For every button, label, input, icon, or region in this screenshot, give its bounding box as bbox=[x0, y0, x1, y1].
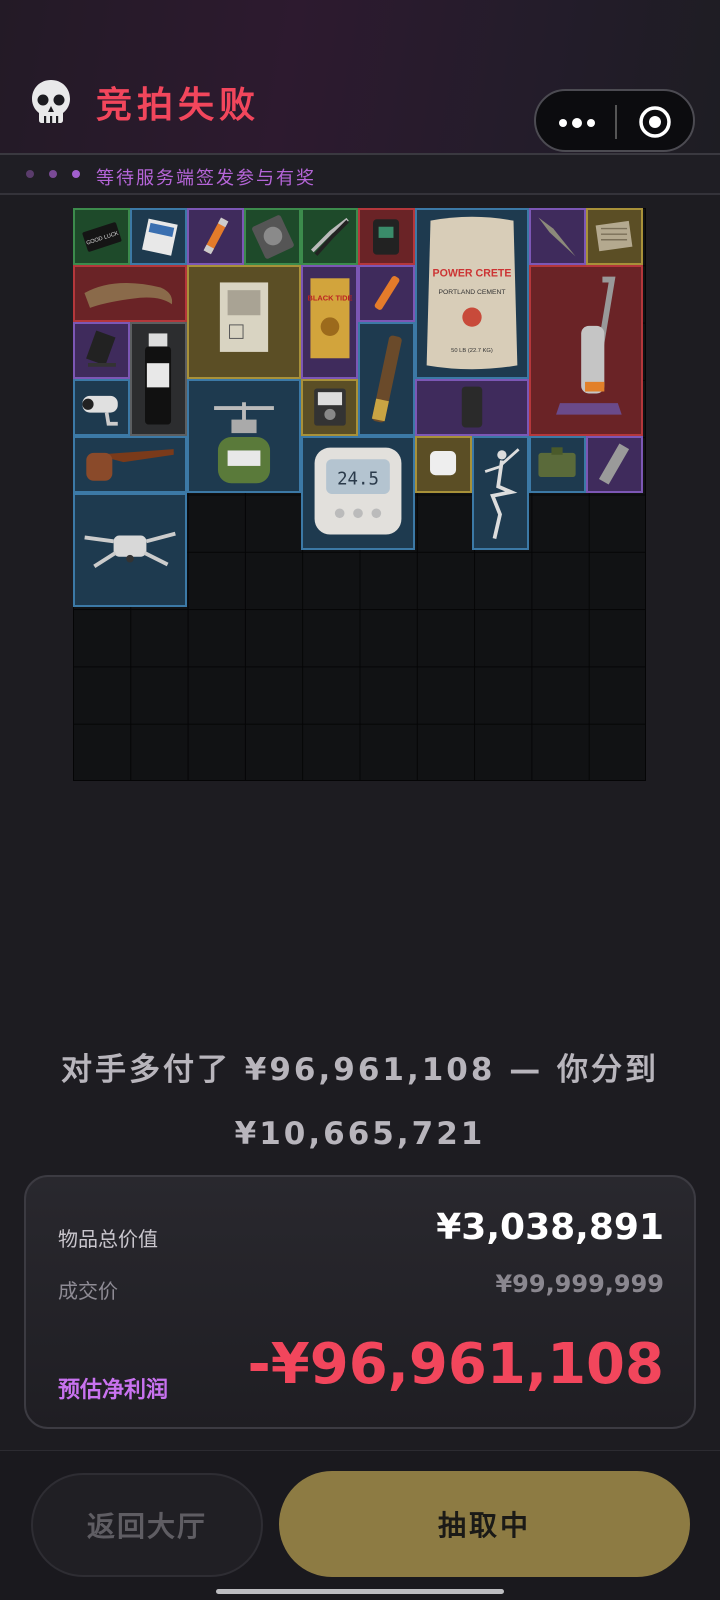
result-summary: 对手多付了 ¥96,961,108 — 你分到 ¥10,665,721 bbox=[0, 1038, 720, 1166]
item-cement-bag[interactable]: POWER CRETE PORTLAND CEMENT 50 LB (22.7 KG… bbox=[415, 208, 529, 379]
item-security-camera[interactable] bbox=[73, 379, 130, 436]
item-metal-plate[interactable] bbox=[586, 436, 643, 493]
deal-price-label: 成交价 bbox=[58, 1279, 118, 1303]
top-bar: 竞拍失败 bbox=[0, 0, 720, 153]
profit-label: 预估净利润 bbox=[58, 1378, 169, 1403]
status-text: 等待服务端签发参与有奖 bbox=[96, 168, 316, 189]
item-ballerina-statue[interactable] bbox=[472, 436, 529, 550]
item-good-luck-card[interactable]: GOOD LUCK bbox=[73, 208, 130, 265]
item-digital-thermometer[interactable]: 24.5 bbox=[301, 436, 415, 550]
inventory-grid: GOOD LUCK POWER CRETE PORTLAND CEMENT 50 L… bbox=[73, 208, 646, 781]
loading-dots-icon bbox=[26, 170, 80, 178]
total-value: ¥3,038,891 bbox=[436, 1207, 664, 1248]
item-fuse-small[interactable] bbox=[358, 265, 415, 322]
return-lobby-button[interactable]: 返回大厅 bbox=[31, 1473, 263, 1577]
item-black-tide-book[interactable]: BLACK TIDE bbox=[301, 265, 358, 379]
home-indicator bbox=[216, 1589, 504, 1594]
item-camp-stove[interactable] bbox=[187, 379, 301, 493]
summary-line1: 对手多付了 ¥96,961,108 — 你分到 bbox=[60, 1052, 660, 1088]
drawing-button[interactable]: 抽取中 bbox=[279, 1471, 690, 1577]
profit-value: -¥96,961,108 bbox=[247, 1332, 664, 1397]
cement-bag-subtitle: PORTLAND CEMENT bbox=[438, 289, 505, 296]
item-hard-drive[interactable] bbox=[244, 208, 301, 265]
thermometer-reading: 24.5 bbox=[337, 469, 379, 489]
item-circuit-module[interactable] bbox=[586, 208, 643, 265]
item-smart-sensor[interactable] bbox=[415, 436, 472, 493]
item-horn[interactable] bbox=[73, 265, 187, 322]
item-telescope[interactable] bbox=[358, 322, 415, 436]
item-phone-mount[interactable] bbox=[73, 322, 130, 379]
result-card: 物品总价值 ¥3,038,891 成交价 ¥99,999,999 预估净利润 -… bbox=[24, 1175, 696, 1429]
status-bar: 等待服务端签发参与有奖 bbox=[0, 155, 720, 194]
item-armor-plate[interactable] bbox=[415, 379, 529, 436]
miniprogram-capsule bbox=[534, 89, 695, 152]
page-title: 竞拍失败 bbox=[96, 85, 261, 126]
deal-price: ¥99,999,999 bbox=[495, 1270, 664, 1298]
total-value-label: 物品总价值 bbox=[58, 1227, 158, 1251]
skull-icon bbox=[32, 80, 70, 123]
target-icon[interactable] bbox=[638, 105, 672, 139]
cement-bag-weight: 50 LB (22.7 KG) bbox=[451, 348, 493, 354]
cement-bag-title: POWER CRETE bbox=[433, 268, 512, 280]
summary-line2: ¥10,665,721 bbox=[234, 1116, 486, 1152]
more-icon[interactable] bbox=[558, 118, 598, 128]
item-spear-head[interactable] bbox=[529, 208, 586, 265]
item-meter-device[interactable] bbox=[301, 379, 358, 436]
item-ammo-box[interactable] bbox=[529, 436, 586, 493]
item-memory-card[interactable] bbox=[130, 208, 187, 265]
item-pliers[interactable] bbox=[301, 208, 358, 265]
item-drone[interactable] bbox=[73, 493, 187, 607]
item-vacuum-cleaner[interactable] bbox=[529, 265, 643, 436]
status-divider bbox=[0, 193, 720, 195]
item-wrist-device[interactable] bbox=[358, 208, 415, 265]
item-smoking-pipe[interactable] bbox=[73, 436, 187, 493]
black-tide-book-title: BLACK TIDE bbox=[307, 294, 352, 303]
item-document-folder[interactable] bbox=[187, 265, 301, 379]
capsule-divider bbox=[615, 105, 617, 139]
item-sample-bottle[interactable] bbox=[130, 322, 187, 436]
item-fuse[interactable] bbox=[187, 208, 244, 265]
